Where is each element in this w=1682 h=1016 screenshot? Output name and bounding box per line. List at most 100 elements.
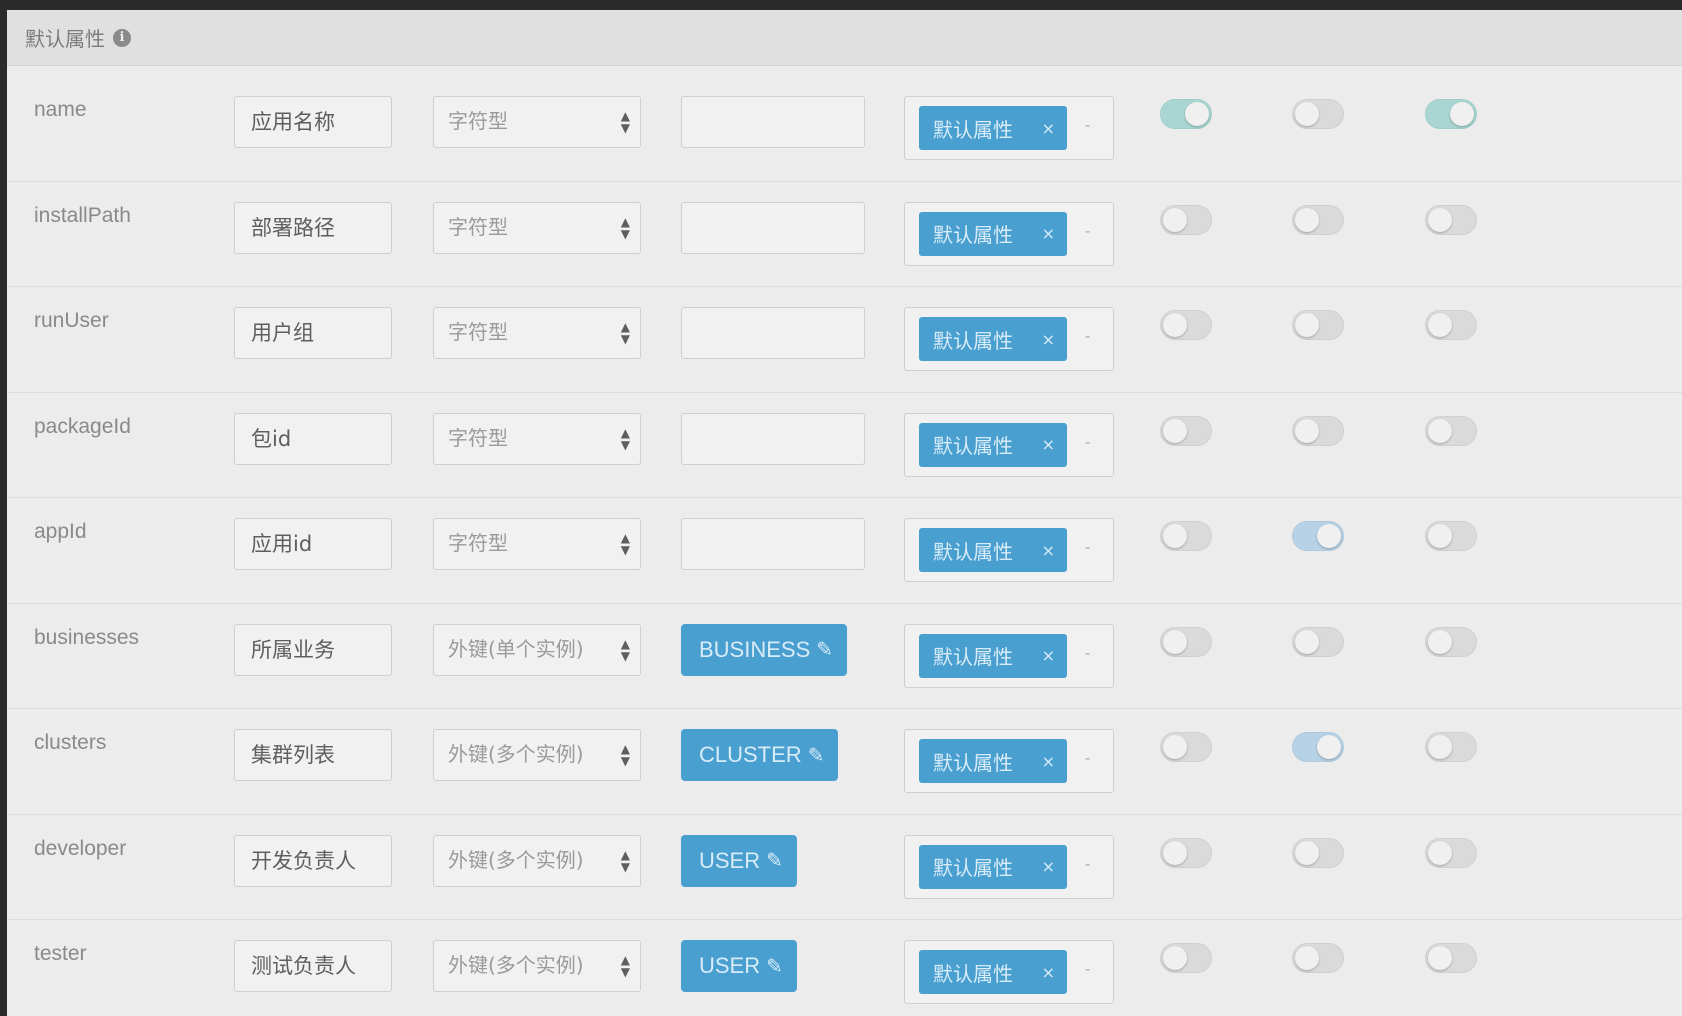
- attribute-row: developer 开发负责人 外键(多个实例) ▲ ▼ USER ✎ 默认属性 × -: [7, 815, 1682, 920]
- attribute-name: developer: [34, 836, 127, 860]
- toggle-unique[interactable]: [1292, 943, 1344, 973]
- toggle-editable[interactable]: [1425, 521, 1477, 551]
- toggle-unique[interactable]: [1292, 99, 1344, 129]
- type-select[interactable]: 外键(多个实例) ▲ ▼: [433, 729, 641, 781]
- dropdown-arrow-icon[interactable]: -: [1085, 117, 1090, 135]
- toggle-unique[interactable]: [1292, 837, 1344, 868]
- toggle-required[interactable]: [1160, 837, 1212, 868]
- group-tag-box[interactable]: 默认属性 × -: [904, 729, 1114, 793]
- tag-remove-icon[interactable]: ×: [1042, 857, 1055, 876]
- toggle-unique[interactable]: [1292, 415, 1344, 446]
- dropdown-arrow-icon[interactable]: -: [1085, 434, 1090, 452]
- group-tag-box[interactable]: 默认属性 × -: [904, 307, 1114, 371]
- toggle-required[interactable]: [1160, 99, 1212, 129]
- dropdown-arrow-icon[interactable]: -: [1085, 750, 1090, 768]
- group-tag-box[interactable]: 默认属性 × -: [904, 96, 1114, 160]
- type-select[interactable]: 字符型 ▲ ▼: [433, 201, 641, 254]
- tag-remove-icon[interactable]: ×: [1042, 541, 1055, 560]
- foreign-key-target-button[interactable]: BUSINESS ✎: [681, 623, 848, 676]
- toggle-required[interactable]: [1160, 521, 1212, 551]
- default-value-input[interactable]: [681, 518, 865, 570]
- display-name-input[interactable]: 集群列表: [234, 729, 392, 781]
- tag-remove-icon[interactable]: ×: [1042, 119, 1055, 138]
- toggle-knob: [1428, 735, 1452, 759]
- attribute-rows: name 应用名称 字符型 ▲ ▼ 默认属性 × - installPath 部署路径 字符型 ▲ ▼ 默…: [7, 76, 1682, 1016]
- tag-remove-icon[interactable]: ×: [1042, 752, 1055, 771]
- toggle-editable[interactable]: [1425, 415, 1477, 446]
- display-name-input[interactable]: 所属业务: [234, 623, 392, 676]
- display-name-input[interactable]: 应用id: [234, 518, 392, 570]
- toggle-required[interactable]: [1160, 732, 1212, 762]
- tag-remove-icon[interactable]: ×: [1042, 435, 1055, 454]
- attribute-name: packageId: [34, 414, 131, 438]
- toggle-editable[interactable]: [1425, 99, 1477, 129]
- toggle-editable[interactable]: [1425, 310, 1477, 340]
- default-value-input[interactable]: [681, 412, 865, 465]
- toggle-required[interactable]: [1160, 310, 1212, 340]
- toggle-knob: [1163, 629, 1187, 654]
- default-value-input[interactable]: [681, 307, 865, 359]
- display-name-input[interactable]: 用户组: [234, 307, 392, 359]
- group-tag-box[interactable]: 默认属性 × -: [904, 412, 1114, 477]
- display-name-input[interactable]: 部署路径: [234, 201, 392, 254]
- default-value-input[interactable]: [681, 201, 865, 254]
- group-tag-box[interactable]: 默认属性 × -: [904, 518, 1114, 582]
- toggle-unique[interactable]: [1292, 732, 1344, 762]
- dropdown-arrow-icon[interactable]: -: [1085, 539, 1090, 557]
- toggle-required[interactable]: [1160, 415, 1212, 446]
- toggle-unique[interactable]: [1292, 626, 1344, 657]
- toggle-editable[interactable]: [1425, 837, 1477, 868]
- type-select[interactable]: 外键(多个实例) ▲ ▼: [433, 940, 641, 992]
- toggle-unique[interactable]: [1292, 310, 1344, 340]
- toggle-unique[interactable]: [1292, 204, 1344, 235]
- type-select[interactable]: 字符型 ▲ ▼: [433, 96, 641, 148]
- toggle-knob: [1163, 313, 1187, 337]
- toggle-knob: [1295, 102, 1319, 126]
- group-tag: 默认属性 ×: [919, 106, 1067, 150]
- type-select[interactable]: 外键(单个实例) ▲ ▼: [433, 623, 641, 676]
- group-tag: 默认属性 ×: [919, 422, 1067, 467]
- panel-header: 默认属性 i: [7, 10, 1682, 66]
- foreign-key-target-button[interactable]: USER ✎: [681, 940, 797, 992]
- group-tag-box[interactable]: 默认属性 × -: [904, 940, 1114, 1004]
- toggle-knob: [1163, 946, 1187, 970]
- attribute-name: clusters: [34, 731, 107, 754]
- display-name-input[interactable]: 开发负责人: [234, 834, 392, 887]
- toggle-required[interactable]: [1160, 204, 1212, 235]
- sort-caret-icon: ▲ ▼: [620, 214, 630, 241]
- display-name-input[interactable]: 测试负责人: [234, 940, 392, 992]
- type-select[interactable]: 字符型 ▲ ▼: [433, 412, 641, 465]
- toggle-editable[interactable]: [1425, 204, 1477, 235]
- dropdown-arrow-icon[interactable]: -: [1085, 856, 1090, 874]
- dropdown-arrow-icon[interactable]: -: [1085, 961, 1090, 979]
- group-tag-box[interactable]: 默认属性 × -: [904, 834, 1114, 899]
- info-circle-icon[interactable]: i: [113, 28, 131, 47]
- toggle-editable[interactable]: [1425, 943, 1477, 973]
- type-select[interactable]: 字符型 ▲ ▼: [433, 518, 641, 570]
- toggle-required[interactable]: [1160, 626, 1212, 657]
- toggle-editable[interactable]: [1425, 732, 1477, 762]
- dropdown-arrow-icon[interactable]: -: [1085, 223, 1090, 241]
- toggle-unique[interactable]: [1292, 521, 1344, 551]
- foreign-key-target-button[interactable]: USER ✎: [681, 834, 797, 887]
- type-select[interactable]: 外键(多个实例) ▲ ▼: [433, 834, 641, 887]
- display-name-input[interactable]: 包id: [234, 412, 392, 465]
- tag-remove-icon[interactable]: ×: [1042, 646, 1055, 665]
- toggle-knob: [1185, 102, 1209, 126]
- default-value-input[interactable]: [681, 96, 865, 148]
- tag-remove-icon[interactable]: ×: [1042, 963, 1055, 982]
- display-name-input[interactable]: 应用名称: [234, 96, 392, 148]
- toggle-knob: [1428, 207, 1452, 232]
- dropdown-arrow-icon[interactable]: -: [1085, 645, 1090, 663]
- toggle-required[interactable]: [1160, 943, 1212, 973]
- group-tag-box[interactable]: 默认属性 × -: [904, 623, 1114, 688]
- tag-remove-icon[interactable]: ×: [1042, 224, 1055, 243]
- toggle-knob: [1428, 840, 1452, 865]
- tag-remove-icon[interactable]: ×: [1042, 330, 1055, 349]
- type-select[interactable]: 字符型 ▲ ▼: [433, 307, 641, 359]
- dropdown-arrow-icon[interactable]: -: [1085, 328, 1090, 346]
- toggle-editable[interactable]: [1425, 626, 1477, 657]
- foreign-key-target-button[interactable]: CLUSTER ✎: [681, 729, 839, 781]
- group-tag-box[interactable]: 默认属性 × -: [904, 201, 1114, 266]
- group-tag-label: 默认属性: [933, 539, 1013, 564]
